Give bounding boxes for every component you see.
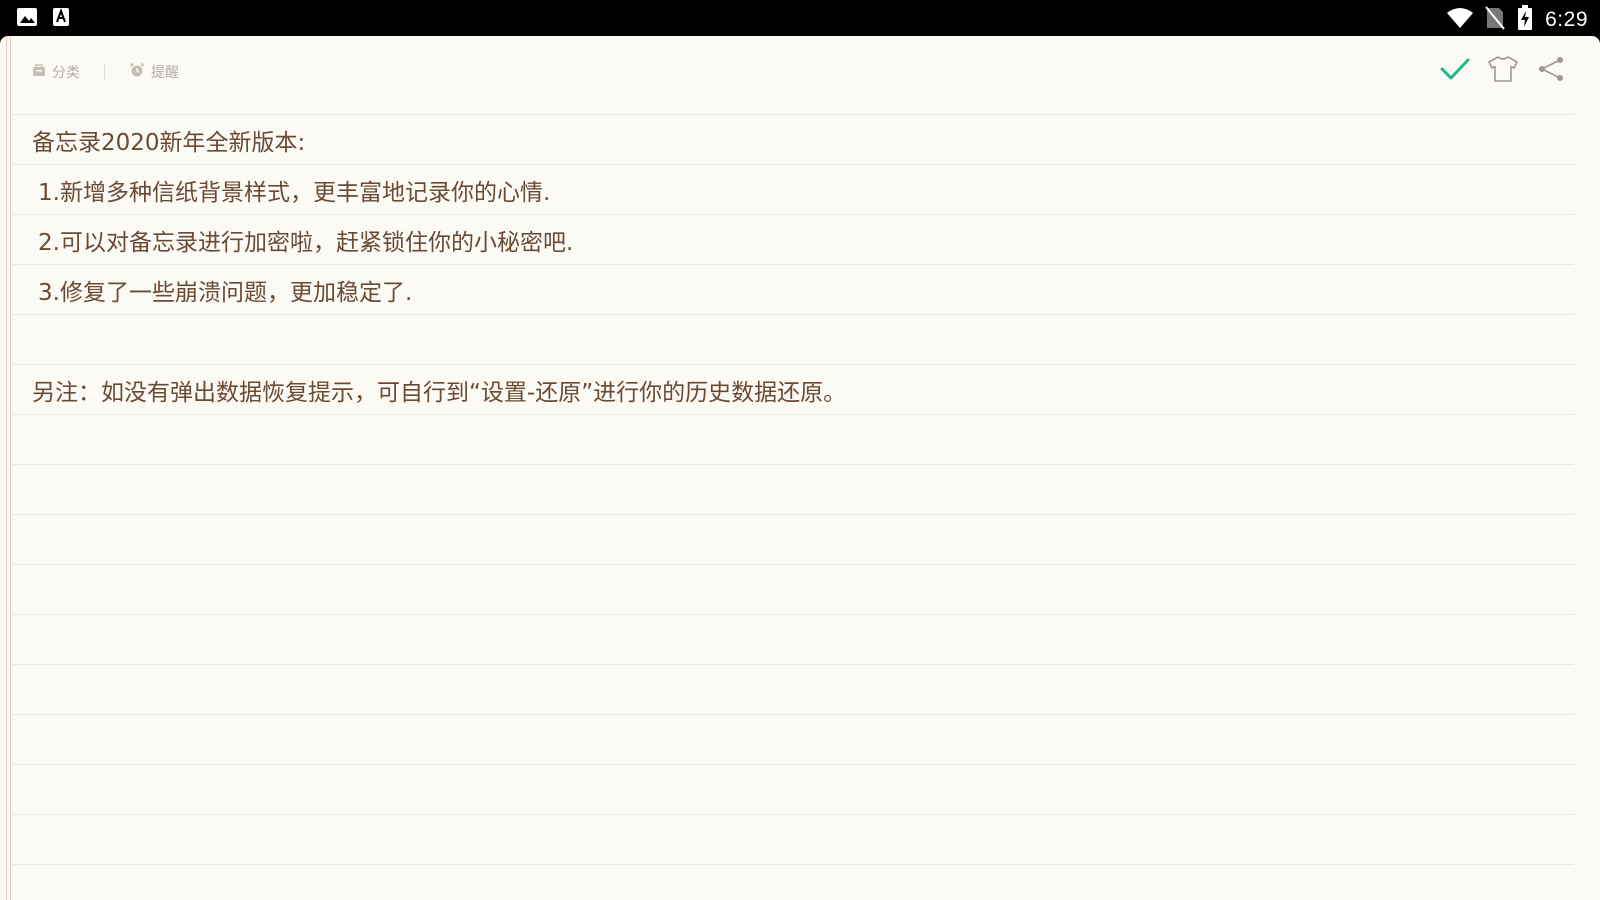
status-bar: 6:29 — [0, 0, 1600, 36]
no-sim-icon — [1485, 6, 1505, 34]
note-editor-sheet: 分类 提醒 备忘录2020新年全新版本: 1.新增多种信纸背景样式，更丰富地记录… — [0, 36, 1600, 900]
reminder-label: 提醒 — [151, 65, 179, 81]
paper-margin-line — [10, 36, 11, 900]
share-button[interactable] — [1536, 56, 1566, 86]
note-line — [12, 764, 1574, 814]
wifi-icon — [1447, 7, 1474, 33]
note-line: 1.新增多种信纸背景样式，更丰富地记录你的心情. — [12, 164, 1574, 214]
share-icon — [1537, 55, 1565, 87]
note-line: 另注：如没有弹出数据恢复提示，可自行到“设置-还原”进行你的历史数据还原。 — [12, 364, 1574, 414]
note-line: 备忘录2020新年全新版本: — [12, 114, 1574, 164]
note-line — [12, 614, 1574, 664]
image-icon — [16, 7, 38, 31]
clock-time: 6:29 — [1545, 8, 1588, 31]
theme-skin-button[interactable] — [1488, 56, 1518, 86]
paper-margin-line — [6, 36, 7, 900]
note-line — [12, 514, 1574, 564]
reminder-button[interactable]: 提醒 — [129, 62, 179, 82]
category-button[interactable]: 分类 — [32, 62, 80, 82]
note-line — [12, 564, 1574, 614]
folder-icon — [32, 63, 46, 81]
note-line — [12, 814, 1574, 864]
check-icon — [1440, 57, 1470, 85]
save-check-button[interactable] — [1440, 56, 1470, 86]
text-a-icon — [52, 7, 70, 31]
alarm-clock-icon — [129, 62, 145, 82]
note-text-area[interactable]: 备忘录2020新年全新版本: 1.新增多种信纸背景样式，更丰富地记录你的心情. … — [12, 114, 1574, 900]
note-line — [12, 414, 1574, 464]
note-line — [12, 864, 1574, 900]
note-line: 3.修复了一些崩溃问题，更加稳定了. — [12, 264, 1574, 314]
note-line — [12, 664, 1574, 714]
note-line — [12, 464, 1574, 514]
category-label: 分类 — [52, 65, 80, 81]
toolbar-divider — [104, 64, 105, 80]
tshirt-icon — [1487, 55, 1519, 87]
editor-toolbar: 分类 提醒 — [0, 36, 1600, 114]
battery-charging-icon — [1517, 5, 1533, 35]
note-line — [12, 714, 1574, 764]
note-line — [12, 314, 1574, 364]
note-line: 2.可以对备忘录进行加密啦，赶紧锁住你的小秘密吧. — [12, 214, 1574, 264]
